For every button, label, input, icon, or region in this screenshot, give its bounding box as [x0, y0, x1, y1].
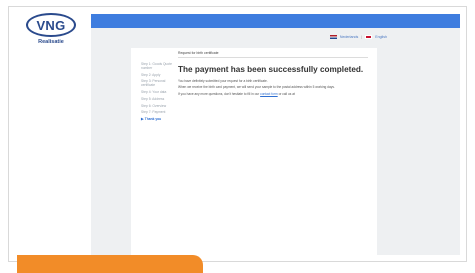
dutch-flag-icon[interactable]: [329, 35, 337, 39]
step-item-1[interactable]: Step 1: Goods Quote number: [141, 62, 177, 71]
step-item-3[interactable]: Step 3: Personal certificate: [141, 80, 177, 88]
contact-text-pre: If you have any more questions, don't he…: [178, 91, 260, 96]
step-item-2[interactable]: Step 2: Apply: [141, 73, 177, 78]
top-bar: [91, 14, 460, 28]
breadcrumb-divider: [178, 57, 368, 58]
confirmation-paragraph-2: When we receive the birth card payment, …: [178, 85, 335, 90]
vng-logo: VNG Realisatie: [24, 13, 78, 49]
step-list: Step 1: Goods Quote number Step 2: Apply…: [141, 62, 177, 125]
contact-text-post: or call us at: [278, 91, 295, 96]
logo-oval: VNG: [26, 13, 76, 37]
browser-frame: Nederlands | English Request for birth c…: [91, 28, 460, 255]
language-english-link[interactable]: English: [375, 35, 387, 39]
content-panel: Request for birth certificate Step 1: Go…: [131, 48, 377, 255]
breadcrumb: Request for birth certificate: [178, 51, 219, 55]
confirmation-paragraph-3: If you have any more questions, don't he…: [178, 91, 368, 97]
contact-form-link[interactable]: contact form: [260, 92, 278, 96]
active-step-arrow-icon: ▶: [141, 117, 144, 122]
logo-text: VNG: [36, 17, 66, 33]
step-item-4[interactable]: Step 4: Your data: [141, 90, 177, 95]
orange-accent-tab: [17, 255, 203, 273]
page-title: The payment has been successfully comple…: [178, 65, 364, 74]
step-item-thank-you[interactable]: ▶Thank you: [141, 117, 177, 122]
language-separator: |: [361, 35, 363, 39]
step-item-6[interactable]: Step 6: Overview: [141, 104, 177, 109]
step-item-5[interactable]: Step 5: Address: [141, 97, 177, 102]
confirmation-text: You have definitely submitted your reque…: [178, 79, 368, 99]
logo-subtitle: Realisatie: [38, 39, 64, 45]
confirmation-paragraph-1: You have definitely submitted your reque…: [178, 79, 268, 83]
language-switcher: Nederlands | English: [329, 35, 387, 39]
language-dutch-link[interactable]: Nederlands: [340, 35, 358, 39]
english-flag-icon[interactable]: [365, 35, 373, 39]
step-item-7[interactable]: Step 7: Payment: [141, 111, 177, 115]
step-item-label: Thank you: [144, 117, 162, 122]
